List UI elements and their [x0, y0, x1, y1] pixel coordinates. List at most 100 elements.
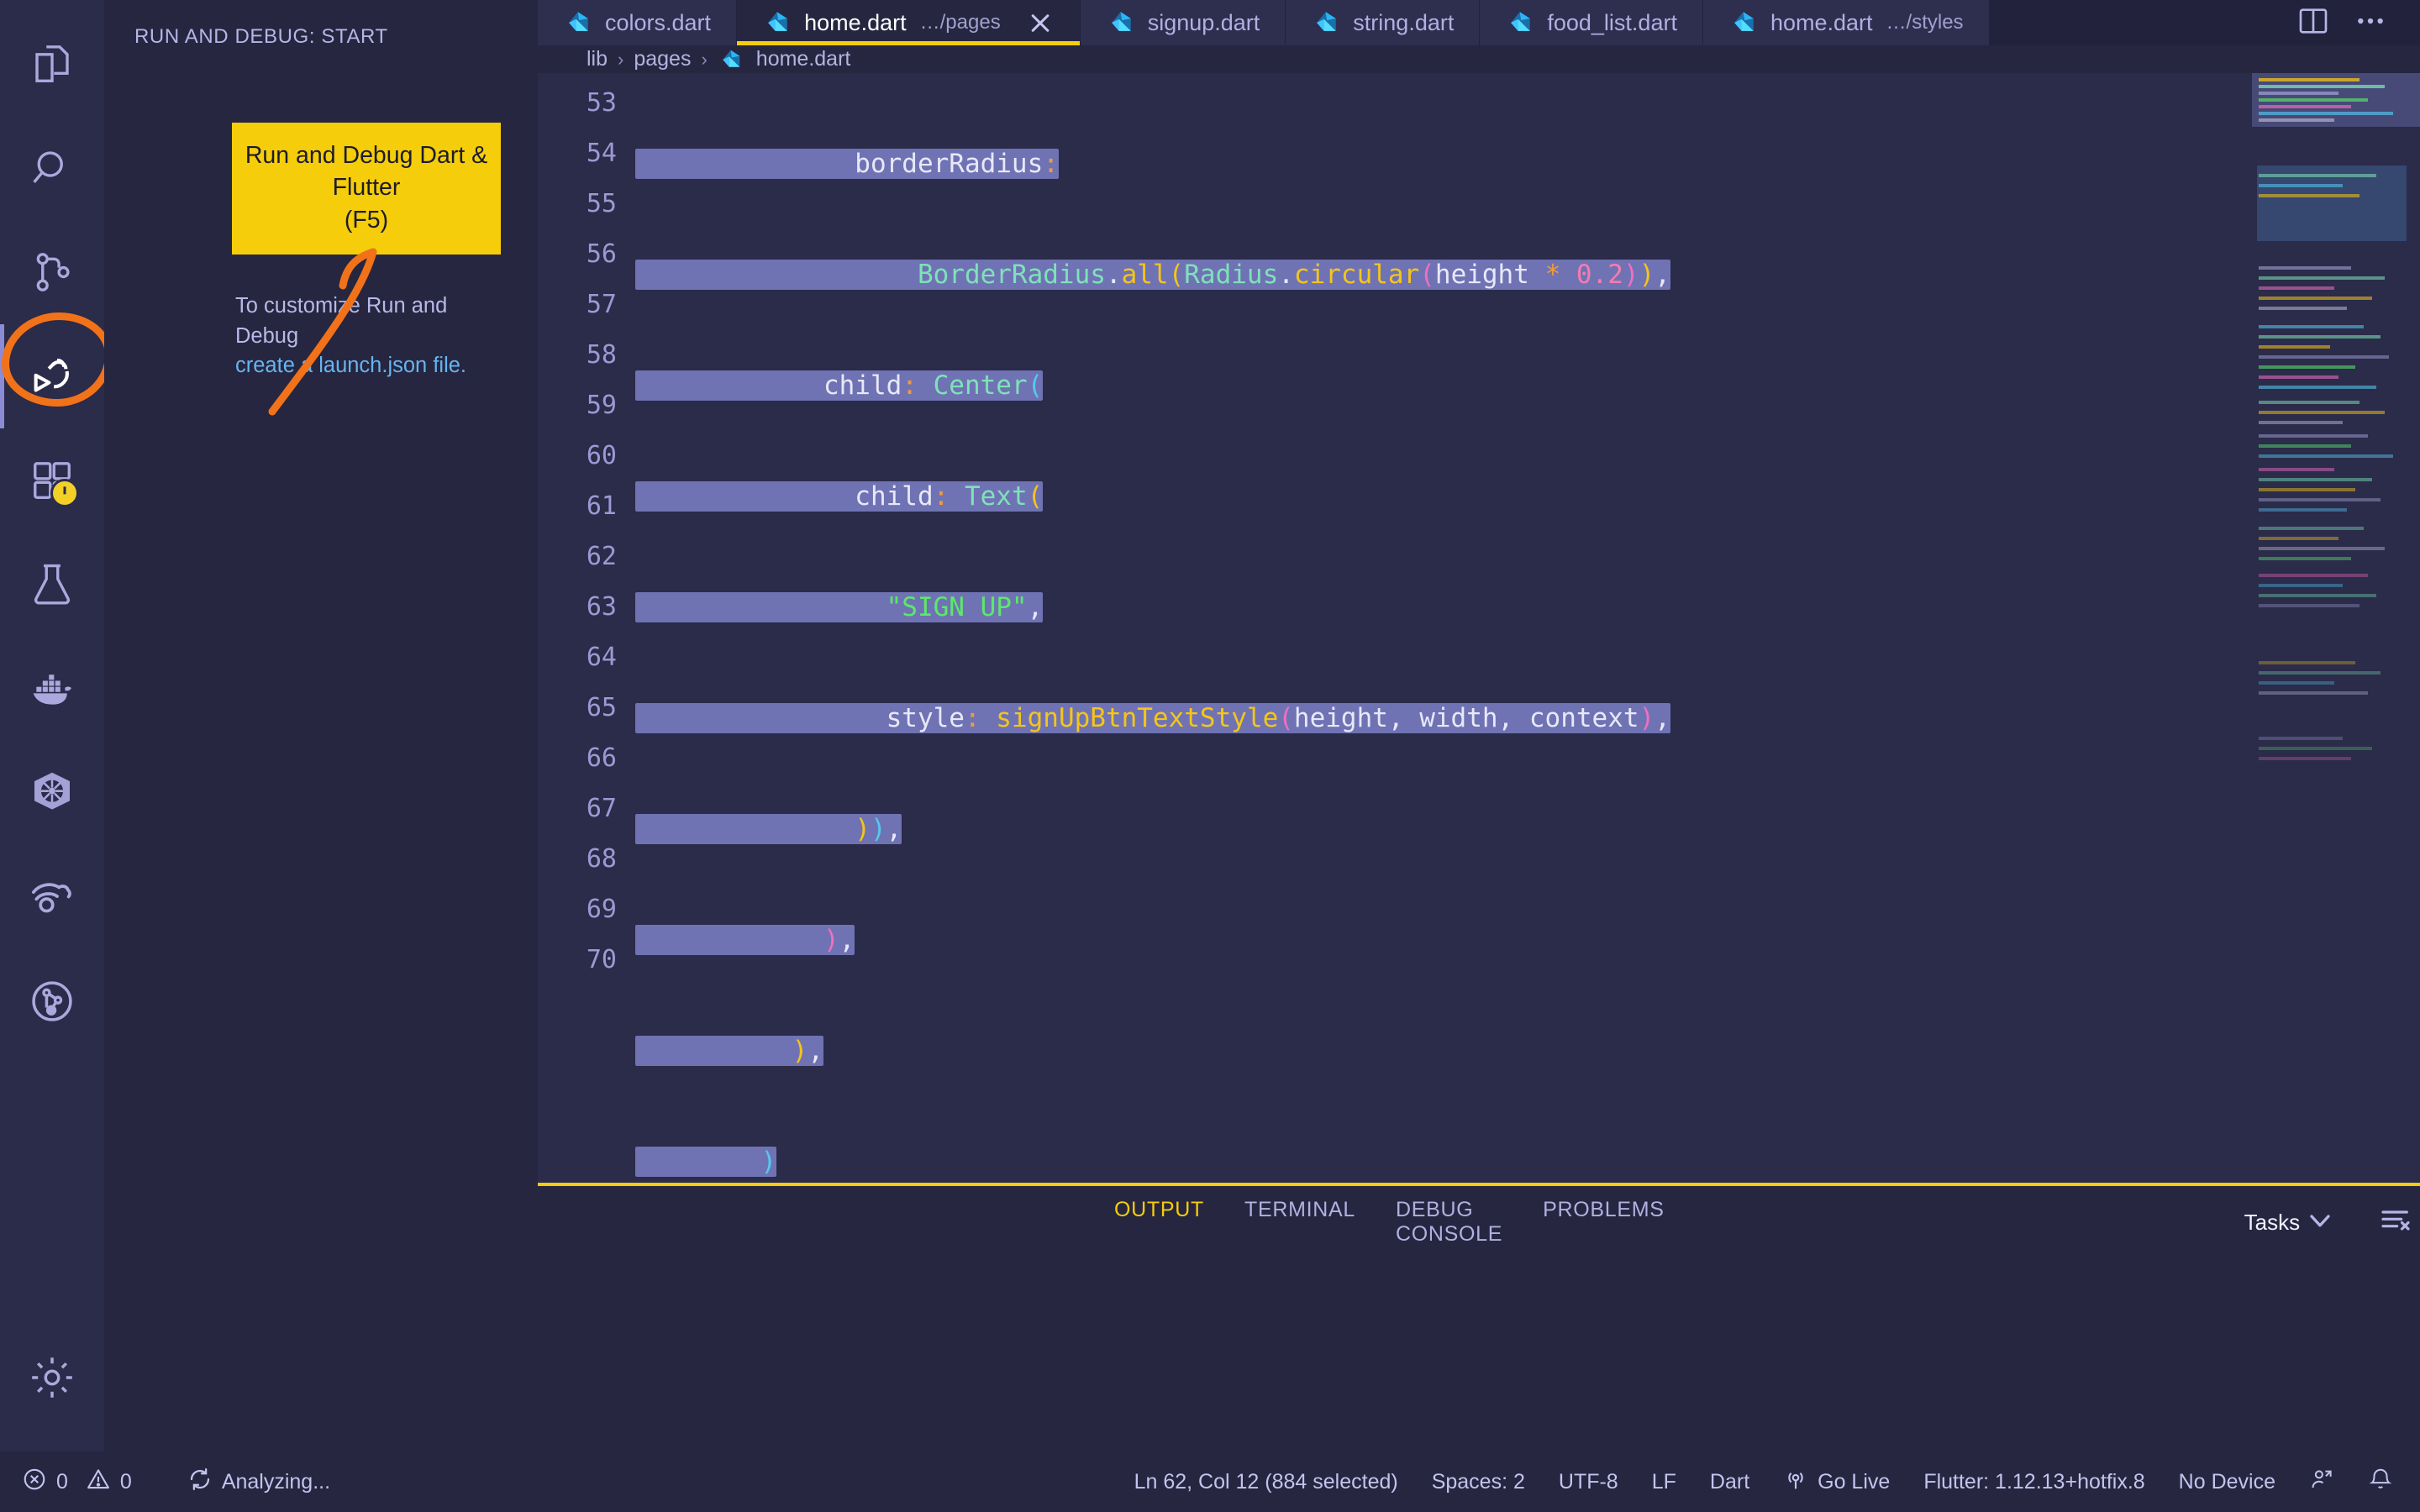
sidebar-item-search[interactable] [0, 116, 104, 220]
tab-home-dart-styles[interactable]: home.dart …/styles [1702, 0, 1990, 45]
status-analyzing[interactable]: Analyzing... [187, 1467, 330, 1498]
panel-tabs: OUTPUT TERMINAL DEBUG CONSOLE PROBLEMS [1114, 1198, 1665, 1247]
line-number: 62 [586, 542, 617, 572]
code-line-60: ), [635, 915, 2420, 965]
output-channel-dropdown[interactable] [2300, 1202, 2340, 1242]
code-line-56: child: Text( [635, 471, 2420, 522]
run-button-label: Run and Debug Dart & Flutter [245, 142, 488, 202]
status-go-live[interactable]: Go Live [1783, 1467, 1890, 1498]
panel-tab-debug-console[interactable]: DEBUG CONSOLE [1396, 1198, 1502, 1247]
breadcrumb-item-lib[interactable]: lib [587, 47, 608, 71]
line-number: 59 [586, 391, 617, 421]
more-actions-button[interactable] [2348, 0, 2393, 45]
line-number: 64 [586, 643, 617, 673]
tab-signup-dart[interactable]: signup.dart [1080, 0, 1286, 45]
tab-label: signup.dart [1147, 9, 1260, 35]
dart-file-icon [762, 8, 791, 37]
run-and-debug-view: RUN AND DEBUG: START Run and Debug Dart … [104, 0, 538, 1452]
breadcrumb: lib › pages › home.dart [538, 45, 2420, 74]
go-live-label: Go Live [1818, 1469, 1891, 1494]
line-number: 56 [586, 239, 617, 270]
tab-label: colors.dart [605, 9, 712, 35]
tab-string-dart[interactable]: string.dart [1286, 0, 1481, 45]
run-and-debug-icon [28, 352, 76, 401]
vscode-window: RUN AND DEBUG: START Run and Debug Dart … [0, 0, 2420, 1512]
chevron-right-icon: › [618, 48, 624, 70]
sidebar-item-kubernetes[interactable] [0, 741, 104, 845]
panel-tab-terminal[interactable]: TERMINAL [1244, 1198, 1355, 1247]
broadcast-icon [1783, 1467, 1808, 1498]
sidebar-item-source-control[interactable] [0, 220, 104, 324]
account-icon [2309, 1467, 2334, 1498]
tab-home-dart-pages[interactable]: home.dart …/pages [737, 0, 1081, 45]
status-indentation[interactable]: Spaces: 2 [1432, 1470, 1525, 1494]
status-bar-left: 0 0 Analyzing... [0, 1467, 330, 1498]
editor-actions [2264, 0, 2420, 45]
status-bar: 0 0 Analyzing... Ln 62, Col 12 (884 sele… [0, 1452, 2420, 1512]
line-number: 66 [586, 743, 617, 774]
create-launch-json-link[interactable]: create a launch.json file. [235, 354, 466, 377]
dart-file-icon [1106, 8, 1134, 37]
sidebar-item-docker[interactable] [0, 637, 104, 741]
sidebar-item-run-and-debug[interactable] [0, 324, 104, 428]
launch-config-help-text: To customize Run and Debug [235, 294, 448, 348]
output-channel-selector[interactable]: Tasks [2244, 1210, 2300, 1236]
warning-count: 0 [119, 1469, 132, 1494]
line-number: 60 [586, 441, 617, 471]
breadcrumb-item-file[interactable]: home.dart [756, 47, 851, 71]
line-number: 54 [586, 139, 617, 169]
panel-output-body[interactable] [538, 1258, 2420, 1452]
tab-sublabel: …/styles [1886, 11, 1964, 34]
line-number: 61 [586, 491, 617, 522]
code-line-62: ) [635, 1137, 2420, 1183]
split-editor-icon [2296, 4, 2330, 42]
warning-triangle-icon [86, 1467, 111, 1498]
sidebar-item-explorer[interactable] [0, 12, 104, 116]
status-encoding[interactable]: UTF-8 [1559, 1470, 1618, 1494]
sidebar-item-extensions[interactable] [0, 428, 104, 533]
line-number: 63 [586, 592, 617, 622]
tab-label: home.dart [804, 9, 907, 35]
panel-actions [2300, 1202, 2420, 1242]
dart-file-icon [1505, 8, 1534, 37]
sidebar-item-live-share[interactable] [0, 845, 104, 949]
code-content[interactable]: borderRadius: BorderRadius.all(Radius.ci… [635, 73, 2420, 1183]
code-line-54: BorderRadius.all(Radius.circular(height … [635, 249, 2420, 300]
status-cursor-position[interactable]: Ln 62, Col 12 (884 selected) [1134, 1470, 1398, 1494]
launch-config-help: To customize Run and Debug create a laun… [235, 291, 501, 381]
status-language-mode[interactable]: Dart [1710, 1470, 1749, 1494]
dart-file-icon [563, 8, 592, 37]
tab-food-list-dart[interactable]: food_list.dart [1480, 0, 1703, 45]
line-number: 65 [586, 693, 617, 723]
sidebar-item-testing[interactable] [0, 533, 104, 637]
tab-colors-dart[interactable]: colors.dart [538, 0, 738, 45]
editor-tab-bar: colors.dart home.dart …/pages signup.dar… [538, 0, 2420, 45]
panel-tab-output[interactable]: OUTPUT [1114, 1198, 1204, 1247]
close-icon[interactable] [1026, 8, 1055, 37]
breadcrumb-item-pages[interactable]: pages [634, 47, 691, 71]
status-account[interactable] [2309, 1467, 2334, 1498]
tab-label: string.dart [1353, 9, 1455, 35]
status-problems[interactable]: 0 0 [22, 1467, 132, 1498]
sidebar-item-settings[interactable] [0, 1326, 104, 1430]
minimap[interactable] [2252, 73, 2420, 1183]
run-and-debug-button[interactable]: Run and Debug Dart & Flutter (F5) [232, 123, 501, 255]
split-editor-button[interactable] [2291, 0, 2336, 45]
analyzing-label: Analyzing... [221, 1469, 331, 1494]
status-device[interactable]: No Device [2179, 1470, 2275, 1494]
code-editor[interactable]: 53 54 55 56 57 58 59 60 61 62 63 64 65 6… [538, 73, 2420, 1183]
code-line-61: ), [635, 1026, 2420, 1076]
run-and-debug-title: RUN AND DEBUG: START [134, 25, 388, 48]
clear-output-icon [2379, 1204, 2412, 1242]
clear-output-button[interactable] [2375, 1202, 2416, 1242]
dart-file-icon [718, 47, 746, 72]
line-number: 67 [586, 794, 617, 824]
chevron-right-icon: › [701, 48, 708, 70]
status-flutter-version[interactable]: Flutter: 1.12.13+hotfix.8 [1923, 1470, 2144, 1494]
sidebar-item-dependency-graph[interactable] [0, 949, 104, 1053]
panel-tab-problems[interactable]: PROBLEMS [1543, 1198, 1665, 1247]
status-notifications[interactable] [2368, 1467, 2393, 1498]
status-eol[interactable]: LF [1652, 1470, 1676, 1494]
code-line-57: "SIGN UP", [635, 582, 2420, 633]
tab-label: home.dart [1770, 9, 1873, 35]
